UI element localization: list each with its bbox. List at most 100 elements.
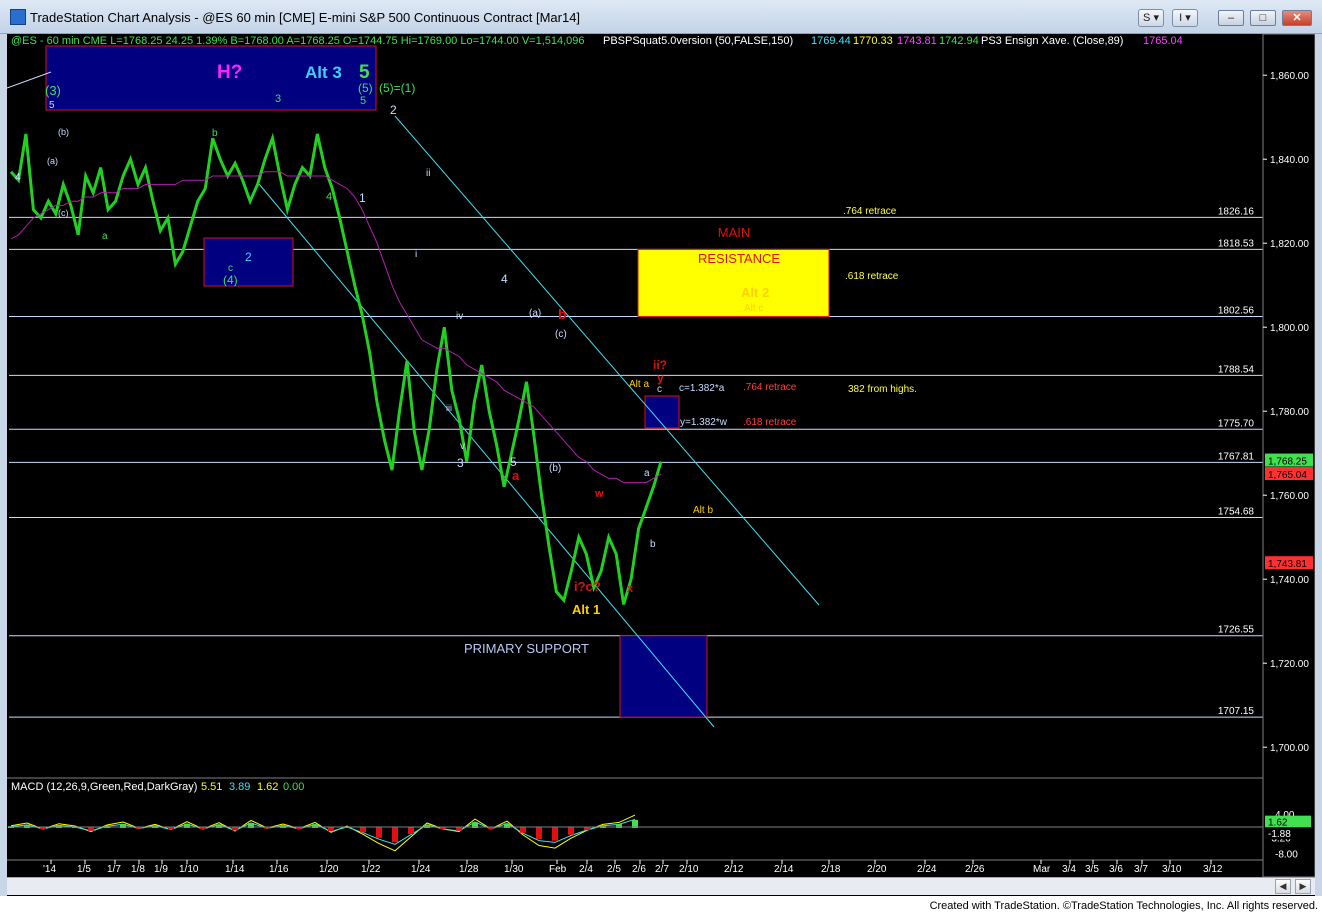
horizontal-scrollbar[interactable]: ◀ ▶ — [7, 877, 1315, 895]
wave-y-label: y — [657, 371, 664, 385]
wave-paren-a2-label: (a) — [47, 156, 58, 166]
x-tick-label: 1/30 — [504, 864, 524, 875]
close-button[interactable]: ✕ — [1282, 10, 1312, 26]
wave-4-label: 4 — [501, 272, 508, 286]
wave-5-big-label: 5 — [359, 62, 370, 83]
x-tick-label: 2/14 — [774, 864, 794, 875]
x-tick-label: 3/4 — [1062, 864, 1076, 875]
wave-paren-b2-label: (b) — [58, 127, 69, 137]
wave-2-label: 2 — [390, 103, 397, 117]
wave-b-green-label: b — [212, 128, 218, 139]
h-question-label: H? — [217, 62, 242, 83]
main-resistance-label-2: RESISTANCE — [698, 251, 780, 266]
wave-4-edge-label: 4 — [15, 172, 21, 183]
window-title: TradeStation Chart Analysis - @ES 60 min… — [30, 10, 581, 25]
x-tick-label: 2/20 — [867, 864, 887, 875]
alt-3-label: Alt 3 — [305, 63, 342, 82]
macd-histogram-bar — [552, 827, 558, 841]
dropdown-arrow-icon: ▾ — [1153, 12, 1159, 24]
wave-5-paren-label: (5) — [358, 81, 373, 95]
wave-4-paren-label: (4) — [223, 273, 238, 287]
x-tick-label: 3/12 — [1203, 864, 1223, 875]
price-badge-label: 1,768.25 — [1268, 457, 1307, 468]
y-tick-label: 1,720.00 — [1270, 659, 1309, 670]
c-equals-1382a-label: c=1.382*a — [679, 383, 725, 394]
minimize-button[interactable]: – — [1218, 10, 1244, 26]
wave-a-green-label: a — [102, 231, 108, 242]
x-tick-label: 1/5 — [77, 864, 91, 875]
retrace-618-red-label: .618 retrace — [743, 417, 797, 428]
scroll-left-button[interactable]: ◀ — [1275, 879, 1291, 894]
x-tick-label: 2/10 — [679, 864, 699, 875]
i-menu-button[interactable]: I ▾ — [1172, 9, 1198, 27]
macd-histogram-bar — [536, 827, 542, 840]
x-tick-label: 3/7 — [1134, 864, 1148, 875]
wave-5-top-label: 5 — [49, 100, 55, 111]
wave-v-label: v — [460, 441, 465, 452]
tradestation-app-icon — [10, 9, 26, 25]
wave-i-c-question-label: i?c? — [574, 579, 601, 594]
macd-value-1: 5.51 — [201, 781, 222, 793]
s-menu-button[interactable]: S ▾ — [1138, 9, 1164, 27]
alt-a-label: Alt a — [629, 379, 649, 390]
macd-histogram-bar — [88, 827, 94, 831]
i-menu-label: I — [1179, 12, 1183, 24]
y-tick-label: 1,800.00 — [1270, 323, 1309, 334]
wave-paren-a-label: (a) — [529, 308, 541, 319]
wave-4-green-label: 4 — [326, 191, 332, 203]
level-label: 1767.81 — [1218, 451, 1255, 462]
wave-b-label: b — [650, 539, 656, 550]
wave-a-red-label: a — [512, 468, 520, 483]
wave-b-red-label: b — [558, 306, 567, 322]
scroll-right-button[interactable]: ▶ — [1295, 879, 1311, 894]
x-tick-label: 2/26 — [965, 864, 985, 875]
chart-area[interactable]: 1826.16 1818.53 1802.56 1788.54 1775.70 1767.… — [7, 34, 1315, 896]
x-tick-label: 3/6 — [1109, 864, 1123, 875]
x-tick-label: 2/24 — [917, 864, 937, 875]
chevron-left-icon: ◀ — [1279, 881, 1287, 891]
indicator2-value: 1765.04 — [1143, 35, 1183, 47]
wave-3-label: 3 — [457, 456, 464, 470]
wave-x-label: x — [627, 583, 634, 595]
wave-5-equals-1-label: (5)=(1) — [379, 81, 415, 95]
macd-value-4: 0.00 — [283, 781, 304, 793]
indicator-value-4: 1742.94 — [939, 35, 979, 47]
x-tick-label: '14 — [43, 864, 56, 875]
level-label: 1775.70 — [1218, 418, 1255, 429]
y-tick-label: 1,740.00 — [1270, 575, 1309, 586]
x-tick-label: 1/9 — [154, 864, 168, 875]
y-tick-label: 1,860.00 — [1270, 71, 1309, 82]
y-tick-label: 1,780.00 — [1270, 407, 1309, 418]
x-tick-label: 1/20 — [319, 864, 339, 875]
x-tick-label: 1/8 — [131, 864, 145, 875]
wave-iii-label: iii — [446, 403, 452, 413]
price-chart[interactable]: 1826.16 1818.53 1802.56 1788.54 1775.70 1767.… — [7, 34, 1315, 877]
y-equals-1382w-label: y=1.382*w — [680, 417, 728, 428]
alt-b-label: Alt b — [693, 505, 713, 516]
retrace-764-red-label: .764 retrace — [743, 382, 797, 393]
price-badge-label: 1,743.81 — [1268, 559, 1307, 570]
from-highs-label: 382 from highs. — [848, 384, 917, 395]
indicator-value-2: 1770.33 — [853, 35, 893, 47]
y-tick-label: 1,820.00 — [1270, 239, 1309, 250]
macd-badge-label: -1.88 — [1268, 829, 1291, 840]
y-tick-label: 1,840.00 — [1270, 155, 1309, 166]
price-badge-label: 1,765.04 — [1268, 470, 1307, 481]
wave-ii-question-label: ii? — [653, 358, 667, 372]
maximize-button[interactable]: □ — [1250, 10, 1276, 26]
close-icon: ✕ — [1292, 12, 1302, 24]
wave-ii-label: ii — [426, 168, 430, 179]
level-label: 1707.15 — [1218, 706, 1255, 717]
minimize-icon: – — [1227, 12, 1235, 24]
chevron-right-icon: ▶ — [1299, 881, 1307, 891]
x-tick-label: 1/24 — [411, 864, 431, 875]
x-tick-label: 1/14 — [225, 864, 245, 875]
s-menu-label: S — [1143, 12, 1151, 24]
macd-histogram-bar — [232, 827, 238, 831]
wave-w-label: w — [594, 488, 604, 500]
macd-value-3: 1.62 — [257, 781, 278, 793]
macd-legend: MACD (12,26,9,Green,Red,DarkGray) — [11, 781, 197, 793]
main-resistance-label-1: MAIN — [718, 225, 751, 240]
wave-c-green-label: c — [228, 263, 233, 274]
indicator-value-3: 1743.81 — [897, 35, 937, 47]
